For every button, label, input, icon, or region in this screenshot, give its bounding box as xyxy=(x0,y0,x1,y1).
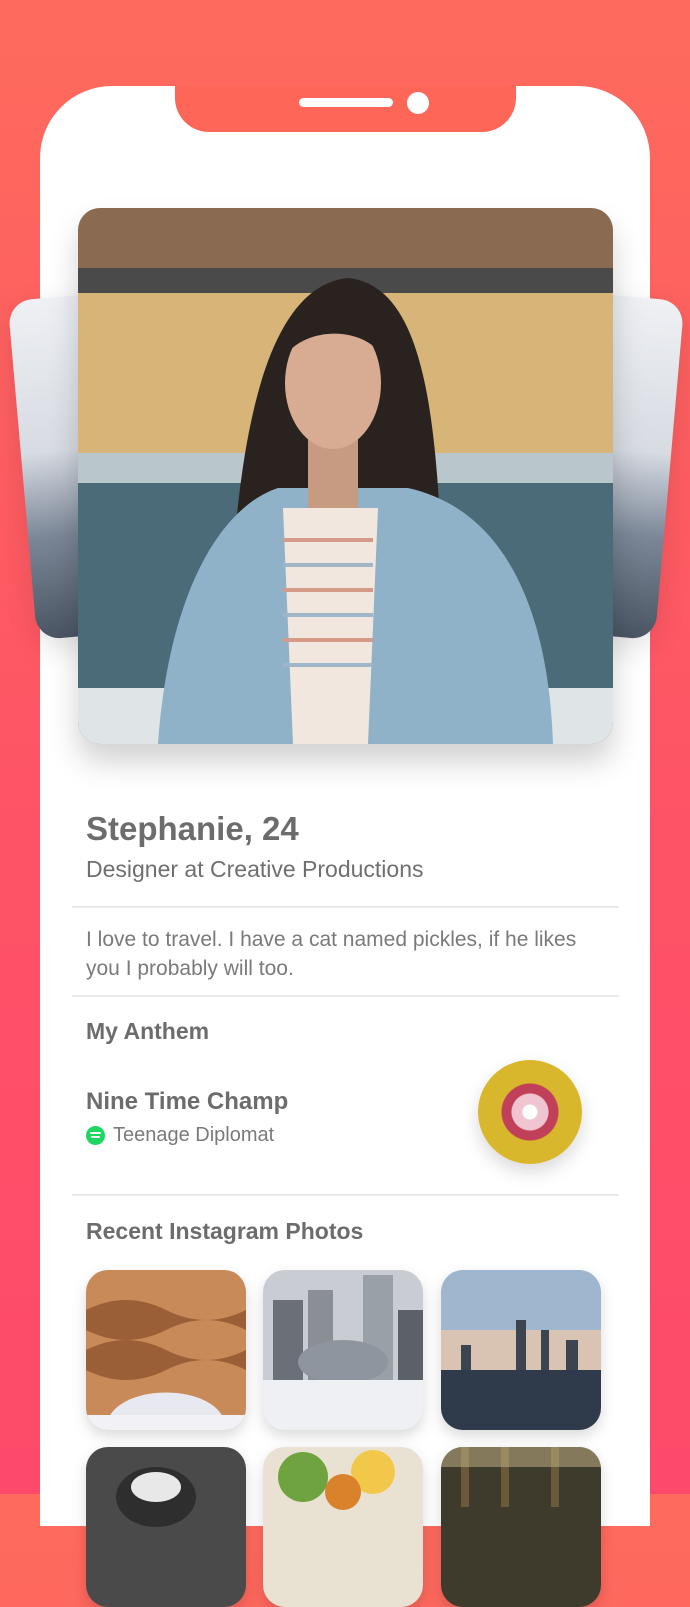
anthem-artist: Teenage Diplomat xyxy=(113,1123,275,1146)
spotify-icon xyxy=(86,1125,105,1145)
phone-notch xyxy=(175,86,516,132)
instagram-photo[interactable] xyxy=(263,1447,423,1607)
camera-icon xyxy=(407,92,429,114)
divider xyxy=(72,906,619,908)
instagram-section-title: Recent Instagram Photos xyxy=(86,1218,364,1244)
speaker-icon xyxy=(299,98,393,107)
instagram-photo[interactable] xyxy=(263,1270,423,1430)
divider xyxy=(72,1194,619,1196)
instagram-photo[interactable] xyxy=(441,1447,601,1607)
anthem-artist-row[interactable]: Teenage Diplomat xyxy=(86,1123,274,1147)
profile-photo[interactable] xyxy=(78,208,613,744)
instagram-photo[interactable] xyxy=(86,1447,246,1607)
divider xyxy=(72,995,619,997)
profile-job: Designer at Creative Productions xyxy=(86,856,424,882)
instagram-photo[interactable] xyxy=(441,1270,601,1430)
profile-bio: I love to travel. I have a cat named pic… xyxy=(86,928,577,980)
anthem-song-title[interactable]: Nine Time Champ xyxy=(86,1088,288,1116)
anthem-section-title: My Anthem xyxy=(86,1018,210,1044)
profile-name-age: Stephanie, 24 xyxy=(86,810,299,847)
instagram-photo[interactable] xyxy=(86,1270,246,1430)
album-art[interactable] xyxy=(478,1060,582,1164)
